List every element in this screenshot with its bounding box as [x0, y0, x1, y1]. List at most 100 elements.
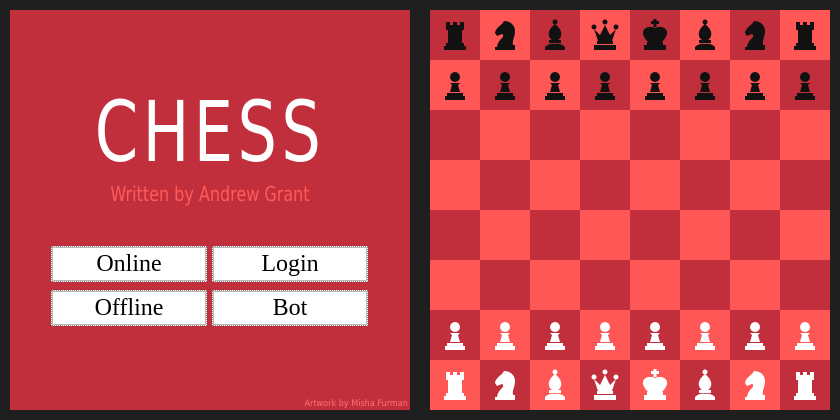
square-a2[interactable]	[430, 310, 480, 360]
white-rook-icon[interactable]	[788, 368, 822, 402]
square-d4[interactable]	[580, 210, 630, 260]
square-a7[interactable]	[430, 60, 480, 110]
square-e7[interactable]	[630, 60, 680, 110]
square-e3[interactable]	[630, 260, 680, 310]
square-h3[interactable]	[780, 260, 830, 310]
square-h6[interactable]	[780, 110, 830, 160]
square-f7[interactable]	[680, 60, 730, 110]
square-e8[interactable]	[630, 10, 680, 60]
square-f5[interactable]	[680, 160, 730, 210]
square-e1[interactable]	[630, 360, 680, 410]
square-a4[interactable]	[430, 210, 480, 260]
square-g3[interactable]	[730, 260, 780, 310]
square-f8[interactable]	[680, 10, 730, 60]
black-pawn-icon[interactable]	[788, 68, 822, 102]
square-b5[interactable]	[480, 160, 530, 210]
square-c4[interactable]	[530, 210, 580, 260]
offline-button[interactable]: Offline	[51, 290, 207, 326]
square-c2[interactable]	[530, 310, 580, 360]
square-b2[interactable]	[480, 310, 530, 360]
square-f6[interactable]	[680, 110, 730, 160]
black-pawn-icon[interactable]	[538, 68, 572, 102]
square-c5[interactable]	[530, 160, 580, 210]
square-c6[interactable]	[530, 110, 580, 160]
white-bishop-icon[interactable]	[688, 368, 722, 402]
square-d2[interactable]	[580, 310, 630, 360]
white-pawn-icon[interactable]	[538, 318, 572, 352]
square-h1[interactable]	[780, 360, 830, 410]
square-a8[interactable]	[430, 10, 480, 60]
square-a6[interactable]	[430, 110, 480, 160]
white-king-icon[interactable]	[638, 368, 672, 402]
chess-board[interactable]	[430, 10, 830, 410]
square-h8[interactable]	[780, 10, 830, 60]
square-d8[interactable]	[580, 10, 630, 60]
white-pawn-icon[interactable]	[738, 318, 772, 352]
white-pawn-icon[interactable]	[688, 318, 722, 352]
black-pawn-icon[interactable]	[588, 68, 622, 102]
square-g6[interactable]	[730, 110, 780, 160]
black-pawn-icon[interactable]	[638, 68, 672, 102]
square-c3[interactable]	[530, 260, 580, 310]
square-h5[interactable]	[780, 160, 830, 210]
square-e6[interactable]	[630, 110, 680, 160]
square-c7[interactable]	[530, 60, 580, 110]
white-queen-icon[interactable]	[588, 368, 622, 402]
square-d1[interactable]	[580, 360, 630, 410]
square-b8[interactable]	[480, 10, 530, 60]
square-d7[interactable]	[580, 60, 630, 110]
white-pawn-icon[interactable]	[788, 318, 822, 352]
black-pawn-icon[interactable]	[438, 68, 472, 102]
white-knight-icon[interactable]	[488, 368, 522, 402]
white-knight-icon[interactable]	[738, 368, 772, 402]
white-bishop-icon[interactable]	[538, 368, 572, 402]
square-g7[interactable]	[730, 60, 780, 110]
square-f4[interactable]	[680, 210, 730, 260]
square-h7[interactable]	[780, 60, 830, 110]
square-a1[interactable]	[430, 360, 480, 410]
white-pawn-icon[interactable]	[638, 318, 672, 352]
square-a5[interactable]	[430, 160, 480, 210]
square-g1[interactable]	[730, 360, 780, 410]
white-rook-icon[interactable]	[438, 368, 472, 402]
square-g2[interactable]	[730, 310, 780, 360]
square-b1[interactable]	[480, 360, 530, 410]
bot-button[interactable]: Bot	[212, 290, 368, 326]
square-h4[interactable]	[780, 210, 830, 260]
square-f1[interactable]	[680, 360, 730, 410]
square-a3[interactable]	[430, 260, 480, 310]
square-h2[interactable]	[780, 310, 830, 360]
square-e4[interactable]	[630, 210, 680, 260]
black-rook-icon[interactable]	[438, 18, 472, 52]
square-e2[interactable]	[630, 310, 680, 360]
white-pawn-icon[interactable]	[588, 318, 622, 352]
square-f2[interactable]	[680, 310, 730, 360]
square-b7[interactable]	[480, 60, 530, 110]
square-g8[interactable]	[730, 10, 780, 60]
black-knight-icon[interactable]	[738, 18, 772, 52]
login-button[interactable]: Login	[212, 246, 368, 282]
square-g4[interactable]	[730, 210, 780, 260]
square-b4[interactable]	[480, 210, 530, 260]
online-button[interactable]: Online	[51, 246, 207, 282]
black-pawn-icon[interactable]	[488, 68, 522, 102]
square-g5[interactable]	[730, 160, 780, 210]
square-d3[interactable]	[580, 260, 630, 310]
white-pawn-icon[interactable]	[488, 318, 522, 352]
square-c8[interactable]	[530, 10, 580, 60]
black-pawn-icon[interactable]	[688, 68, 722, 102]
black-queen-icon[interactable]	[588, 18, 622, 52]
square-f3[interactable]	[680, 260, 730, 310]
square-c1[interactable]	[530, 360, 580, 410]
square-b6[interactable]	[480, 110, 530, 160]
black-rook-icon[interactable]	[788, 18, 822, 52]
square-e5[interactable]	[630, 160, 680, 210]
black-knight-icon[interactable]	[488, 18, 522, 52]
white-pawn-icon[interactable]	[438, 318, 472, 352]
black-king-icon[interactable]	[638, 18, 672, 52]
square-b3[interactable]	[480, 260, 530, 310]
black-pawn-icon[interactable]	[738, 68, 772, 102]
black-bishop-icon[interactable]	[538, 18, 572, 52]
square-d5[interactable]	[580, 160, 630, 210]
square-d6[interactable]	[580, 110, 630, 160]
